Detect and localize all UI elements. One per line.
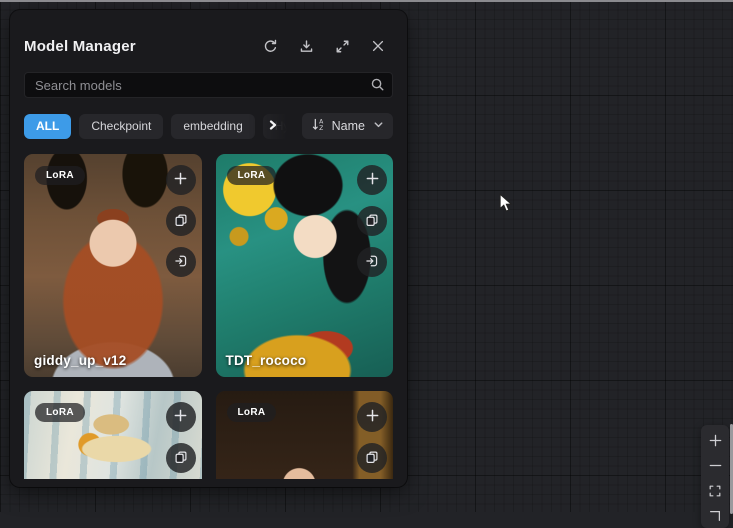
svg-text:Z: Z xyxy=(319,125,323,132)
chips-scroll-right-button[interactable] xyxy=(266,117,280,136)
chevron-down-icon xyxy=(373,119,384,133)
zoom-out-button[interactable] xyxy=(702,453,728,478)
download-icon xyxy=(299,39,314,54)
import-icon xyxy=(174,254,188,271)
load-model-button[interactable] xyxy=(357,247,387,277)
copy-model-button[interactable] xyxy=(357,206,387,236)
model-card-grid: LoRA xyxy=(24,154,393,479)
card-action-buttons xyxy=(166,165,196,277)
import-icon xyxy=(365,254,379,271)
model-type-badge: LoRA xyxy=(35,403,85,422)
plus-icon xyxy=(708,433,723,448)
filter-chip-all[interactable]: ALL xyxy=(24,114,71,139)
chevron-right-icon xyxy=(266,121,280,136)
model-manager-panel: Model Manager xyxy=(10,10,407,487)
copy-icon xyxy=(174,450,188,467)
toolbar-extra-button[interactable] xyxy=(702,503,728,528)
fit-view-button[interactable] xyxy=(702,478,728,503)
fit-view-icon xyxy=(708,484,722,498)
expand-icon xyxy=(335,39,350,54)
canvas-zoom-toolbar xyxy=(701,425,729,528)
sort-alpha-icon: A Z xyxy=(311,117,326,135)
panel-header: Model Manager xyxy=(24,26,393,66)
plus-icon xyxy=(173,171,188,189)
panel-title: Model Manager xyxy=(24,38,263,55)
copy-model-button[interactable] xyxy=(166,206,196,236)
filter-row: ALL Checkpoint embedding Hypernetwork A … xyxy=(24,113,393,139)
card-action-buttons xyxy=(357,165,387,277)
download-button[interactable] xyxy=(299,39,314,54)
add-model-button[interactable] xyxy=(357,165,387,195)
add-model-button[interactable] xyxy=(357,402,387,432)
model-type-badge: LoRA xyxy=(227,166,277,185)
plus-icon xyxy=(173,408,188,426)
sort-label: Name xyxy=(332,119,365,133)
card-action-buttons xyxy=(357,402,387,473)
add-model-button[interactable] xyxy=(166,402,196,432)
plus-icon xyxy=(365,171,380,189)
filter-chip-checkpoint[interactable]: Checkpoint xyxy=(79,114,163,139)
copy-model-button[interactable] xyxy=(166,443,196,473)
filter-chip-embedding[interactable]: embedding xyxy=(171,114,254,139)
card-action-buttons xyxy=(166,402,196,473)
copy-icon xyxy=(365,450,379,467)
copy-icon xyxy=(365,213,379,230)
model-card-list: LoRA xyxy=(24,154,393,479)
model-card[interactable]: LoRA xyxy=(216,391,394,479)
model-type-badge: LoRA xyxy=(35,166,85,185)
maximize-button[interactable] xyxy=(335,39,350,54)
add-model-button[interactable] xyxy=(166,165,196,195)
close-icon xyxy=(371,39,385,53)
model-name: giddy_up_v12 xyxy=(34,353,126,368)
model-card[interactable]: LoRA xyxy=(216,154,394,377)
search-icon xyxy=(370,77,385,97)
model-card[interactable]: LoRA xyxy=(24,154,202,377)
partial-icon xyxy=(708,509,722,523)
window-top-border xyxy=(0,0,733,2)
copy-icon xyxy=(174,213,188,230)
close-button[interactable] xyxy=(371,39,385,53)
filter-chips: ALL Checkpoint embedding Hypernetwork xyxy=(24,113,294,139)
plus-icon xyxy=(365,408,380,426)
model-card[interactable]: LoRA xyxy=(24,391,202,479)
minus-icon xyxy=(708,458,723,473)
model-type-badge: LoRA xyxy=(227,403,277,422)
copy-model-button[interactable] xyxy=(357,443,387,473)
refresh-icon xyxy=(263,39,278,54)
sort-dropdown[interactable]: A Z Name xyxy=(302,113,393,139)
header-buttons xyxy=(263,39,393,54)
load-model-button[interactable] xyxy=(166,247,196,277)
model-name: TDT_rococo xyxy=(226,353,307,368)
refresh-button[interactable] xyxy=(263,39,278,54)
zoom-in-button[interactable] xyxy=(702,428,728,453)
search-input[interactable] xyxy=(24,72,393,98)
search-bar xyxy=(24,72,393,98)
